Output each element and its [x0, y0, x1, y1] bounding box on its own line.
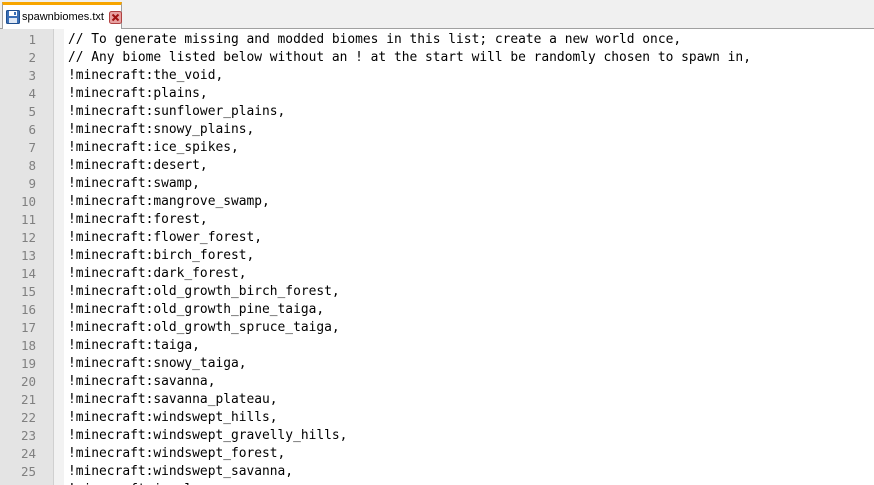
- editor-line[interactable]: 22 !minecraft:windswept_hills,: [0, 409, 874, 427]
- tab-label: spawnbiomes.txt: [22, 11, 104, 23]
- editor-line[interactable]: 1 // To generate missing and modded biome…: [0, 31, 874, 49]
- line-number: 14: [20, 266, 36, 281]
- line-text[interactable]: !minecraft:windswept_hills,: [68, 409, 278, 427]
- line-text[interactable]: !minecraft:savanna_plateau,: [68, 391, 278, 409]
- editor-lines: 1 // To generate missing and modded biome…: [0, 31, 874, 485]
- save-disk-icon: [6, 10, 20, 24]
- line-text[interactable]: !minecraft:taiga,: [68, 337, 200, 355]
- editor-line[interactable]: 21 !minecraft:savanna_plateau,: [0, 391, 874, 409]
- line-text[interactable]: !minecraft:birch_forest,: [68, 247, 254, 265]
- line-number: 6: [28, 122, 36, 137]
- editor-window: spawnbiomes.txt 1 // To generate missing …: [0, 0, 874, 485]
- editor-line[interactable]: 14 !minecraft:dark_forest,: [0, 265, 874, 283]
- line-text[interactable]: !minecraft:savanna,: [68, 373, 215, 391]
- line-number: 20: [20, 374, 36, 389]
- editor-line[interactable]: 9 !minecraft:swamp,: [0, 175, 874, 193]
- editor-line[interactable]: 17 !minecraft:old_growth_spruce_taiga,: [0, 319, 874, 337]
- line-text[interactable]: !minecraft:ice_spikes,: [68, 139, 239, 157]
- editor-line[interactable]: 23 !minecraft:windswept_gravelly_hills,: [0, 427, 874, 445]
- line-text[interactable]: !minecraft:windswept_gravelly_hills,: [68, 427, 347, 445]
- line-number: 25: [20, 464, 36, 479]
- line-number: 16: [20, 302, 36, 317]
- text-editor[interactable]: 1 // To generate missing and modded biome…: [0, 29, 874, 485]
- close-icon[interactable]: [108, 10, 122, 24]
- editor-line[interactable]: 8 !minecraft:desert,: [0, 157, 874, 175]
- line-number: 2: [28, 50, 36, 65]
- line-text[interactable]: !minecraft:the_void,: [68, 67, 223, 85]
- line-text[interactable]: !minecraft:snowy_plains,: [68, 121, 254, 139]
- line-text[interactable]: !minecraft:old_growth_pine_taiga,: [68, 301, 324, 319]
- line-text[interactable]: !minecraft:dark_forest,: [68, 265, 247, 283]
- line-number: 24: [20, 446, 36, 461]
- line-number: 5: [28, 104, 36, 119]
- line-text[interactable]: !minecraft:windswept_savanna,: [68, 463, 293, 481]
- line-text[interactable]: !minecraft:desert,: [68, 157, 208, 175]
- line-text[interactable]: !minecraft:plains,: [68, 85, 208, 103]
- editor-line[interactable]: 4 !minecraft:plains,: [0, 85, 874, 103]
- tab-bar: spawnbiomes.txt: [0, 0, 874, 29]
- editor-line[interactable]: 2 // Any biome listed below without an ! …: [0, 49, 874, 67]
- line-text[interactable]: // To generate missing and modded biomes…: [68, 31, 681, 49]
- line-number: 3: [28, 68, 36, 83]
- editor-line[interactable]: 16 !minecraft:old_growth_pine_taiga,: [0, 301, 874, 319]
- editor-line[interactable]: 26 !minecraft:jungle,: [0, 481, 874, 485]
- line-number: 23: [20, 428, 36, 443]
- line-number: 13: [20, 248, 36, 263]
- editor-line[interactable]: 10 !minecraft:mangrove_swamp,: [0, 193, 874, 211]
- line-text[interactable]: !minecraft:flower_forest,: [68, 229, 262, 247]
- line-number: 1: [28, 32, 36, 47]
- line-text[interactable]: !minecraft:jungle,: [68, 481, 208, 485]
- editor-line[interactable]: 12 !minecraft:flower_forest,: [0, 229, 874, 247]
- line-text[interactable]: !minecraft:windswept_forest,: [68, 445, 285, 463]
- editor-line[interactable]: 25 !minecraft:windswept_savanna,: [0, 463, 874, 481]
- line-text[interactable]: !minecraft:forest,: [68, 211, 208, 229]
- line-text[interactable]: !minecraft:snowy_taiga,: [68, 355, 247, 373]
- line-number: 10: [20, 194, 36, 209]
- line-number: 7: [28, 140, 36, 155]
- line-number: 11: [20, 212, 36, 227]
- line-text[interactable]: // Any biome listed below without an ! a…: [68, 49, 751, 67]
- editor-line[interactable]: 15 !minecraft:old_growth_birch_forest,: [0, 283, 874, 301]
- editor-line[interactable]: 6 !minecraft:snowy_plains,: [0, 121, 874, 139]
- line-number: 18: [20, 338, 36, 353]
- line-text[interactable]: !minecraft:mangrove_swamp,: [68, 193, 270, 211]
- line-text[interactable]: !minecraft:sunflower_plains,: [68, 103, 285, 121]
- editor-line[interactable]: 5 !minecraft:sunflower_plains,: [0, 103, 874, 121]
- editor-line[interactable]: 24 !minecraft:windswept_forest,: [0, 445, 874, 463]
- line-text[interactable]: !minecraft:swamp,: [68, 175, 200, 193]
- line-number: 15: [20, 284, 36, 299]
- editor-line[interactable]: 13 !minecraft:birch_forest,: [0, 247, 874, 265]
- line-number: 26: [0, 481, 36, 485]
- line-text[interactable]: !minecraft:old_growth_birch_forest,: [68, 283, 340, 301]
- editor-line[interactable]: 3 !minecraft:the_void,: [0, 67, 874, 85]
- line-number: 8: [28, 158, 36, 173]
- editor-line[interactable]: 20 !minecraft:savanna,: [0, 373, 874, 391]
- line-number: 21: [20, 392, 36, 407]
- line-number: 22: [20, 410, 36, 425]
- editor-line[interactable]: 18 !minecraft:taiga,: [0, 337, 874, 355]
- tab-spawnbiomes[interactable]: spawnbiomes.txt: [2, 2, 122, 29]
- editor-line[interactable]: 7 !minecraft:ice_spikes,: [0, 139, 874, 157]
- line-number: 9: [28, 176, 36, 191]
- line-number: 17: [20, 320, 36, 335]
- editor-line[interactable]: 11 !minecraft:forest,: [0, 211, 874, 229]
- editor-line[interactable]: 19 !minecraft:snowy_taiga,: [0, 355, 874, 373]
- line-number: 12: [20, 230, 36, 245]
- line-text[interactable]: !minecraft:old_growth_spruce_taiga,: [68, 319, 340, 337]
- line-number: 19: [20, 356, 36, 371]
- line-number: 4: [28, 86, 36, 101]
